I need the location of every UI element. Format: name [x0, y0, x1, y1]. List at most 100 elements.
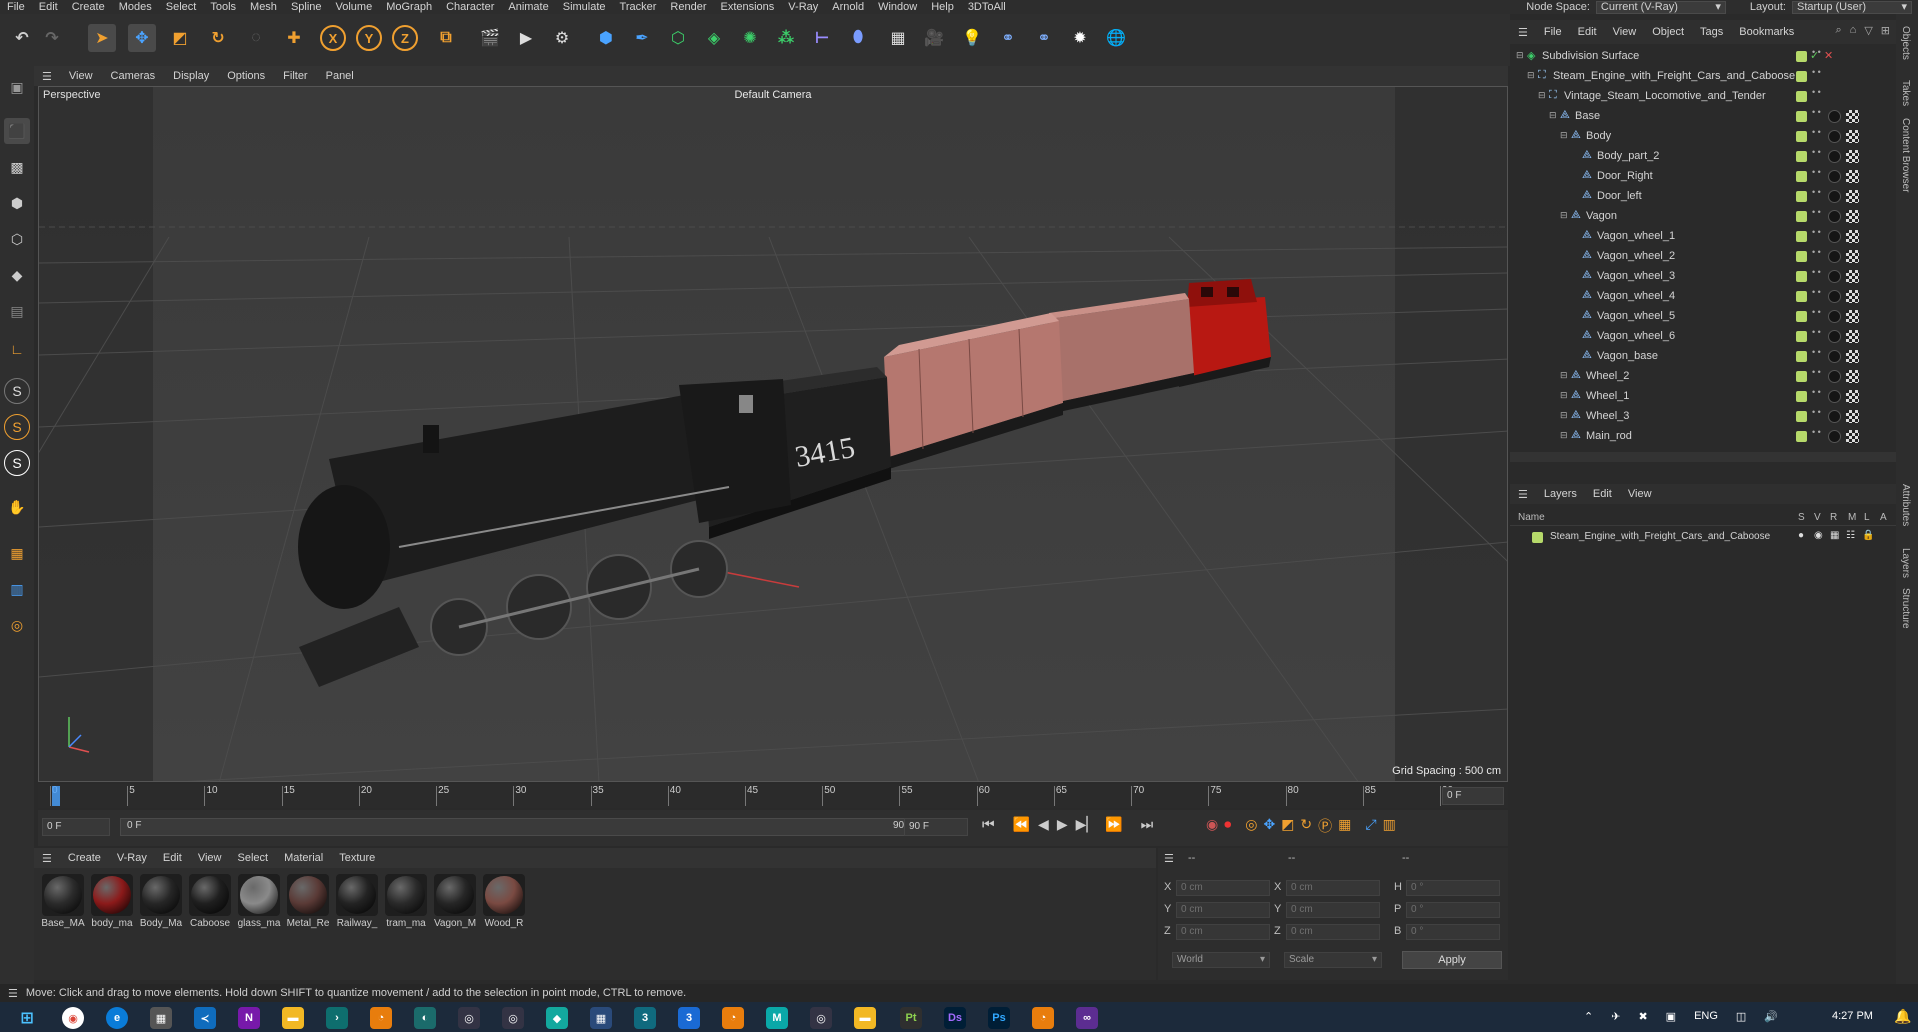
expand-toggle-icon[interactable]: ⊟: [1560, 430, 1568, 441]
object-tree-row[interactable]: ⊟ ⟁ Body • •: [1510, 126, 1896, 146]
layer-color-swatch[interactable]: [1796, 131, 1807, 142]
keyframe-selection-icon[interactable]: ◎: [1245, 816, 1257, 836]
material-menu-view[interactable]: View: [190, 852, 230, 864]
close-icon[interactable]: ✕: [1824, 49, 1833, 62]
timeline-ruler[interactable]: 051015202530354045505560657075808590 0 F: [38, 784, 1508, 808]
layer-color-swatch[interactable]: [1796, 111, 1807, 122]
menu-icon[interactable]: ☰: [1510, 26, 1536, 39]
enable-check-icon[interactable]: ✓: [1810, 49, 1819, 62]
menu-volume[interactable]: Volume: [329, 0, 380, 14]
play-icon[interactable]: ▶: [1057, 816, 1068, 833]
visible-icon[interactable]: ◉: [1814, 530, 1823, 541]
material-tag-icon[interactable]: [1828, 130, 1841, 143]
material-tag-icon[interactable]: [1828, 370, 1841, 383]
current-frame-field[interactable]: 0 F: [1442, 787, 1504, 805]
menu-file[interactable]: File: [0, 0, 32, 14]
layer-color-swatch[interactable]: [1796, 331, 1807, 342]
field-icon[interactable]: ⬮: [844, 24, 872, 52]
file-explorer-icon[interactable]: ▬: [282, 1007, 304, 1029]
layer-color-swatch[interactable]: [1796, 191, 1807, 202]
workplane-lock-icon[interactable]: ▥: [4, 576, 30, 602]
object-tree-row[interactable]: ⟁ Vagon_wheel_1 • •: [1510, 226, 1896, 246]
menu-icon[interactable]: ☰: [1164, 852, 1174, 865]
menu-create[interactable]: Create: [65, 0, 112, 14]
layer-menu-view[interactable]: View: [1620, 488, 1660, 500]
side-tab-structure[interactable]: Structure: [1900, 588, 1911, 629]
app-icon-3[interactable]: ▦: [590, 1007, 612, 1029]
material-swatch[interactable]: Base_MA: [40, 874, 86, 936]
workplane-icon[interactable]: ▦: [4, 540, 30, 566]
solo-icon[interactable]: ●: [1798, 530, 1804, 541]
visibility-dots-icon[interactable]: • •: [1812, 348, 1821, 357]
texture-tag-icon[interactable]: [1846, 430, 1859, 443]
calculator-icon[interactable]: ▦: [150, 1007, 172, 1029]
3dsmax-icon-2[interactable]: 3: [678, 1007, 700, 1029]
texture-tag-icon[interactable]: [1846, 110, 1859, 123]
object-tree-row[interactable]: ⊟ ◈ Subdivision Surface • • ✓ ✕: [1510, 46, 1896, 66]
clock[interactable]: 4:27 PM: [1832, 1010, 1873, 1022]
uv-mode-icon[interactable]: ▤: [4, 298, 30, 324]
object-tree-row[interactable]: ⟁ Vagon_wheel_6 • •: [1510, 326, 1896, 346]
app-icon-2[interactable]: ◆: [546, 1007, 568, 1029]
texture-tag-icon[interactable]: [1846, 170, 1859, 183]
create-tool-icon[interactable]: ✚: [280, 24, 308, 52]
material-swatch[interactable]: Caboose: [187, 874, 233, 936]
home-icon[interactable]: ⌂: [1850, 24, 1857, 37]
object-tree-row[interactable]: ⊟ ⟁ Base • •: [1510, 106, 1896, 126]
material-menu-edit[interactable]: Edit: [155, 852, 190, 864]
viewport-menu-panel[interactable]: Panel: [317, 70, 363, 82]
material-tag-icon[interactable]: [1828, 150, 1841, 163]
layer-row[interactable]: Steam_Engine_with_Freight_Cars_and_Caboo…: [1510, 528, 1896, 546]
coord-field[interactable]: 0 °: [1406, 880, 1500, 896]
material-swatch[interactable]: Wood_R: [481, 874, 527, 936]
object-tree-row[interactable]: ⟁ Vagon_wheel_4 • •: [1510, 286, 1896, 306]
expand-toggle-icon[interactable]: ⊟: [1549, 110, 1557, 121]
next-key-icon[interactable]: ⏩: [1105, 816, 1122, 833]
windows-start-icon[interactable]: ⊞: [16, 1007, 38, 1029]
notification-icon[interactable]: 🔔: [1894, 1008, 1911, 1025]
expand-toggle-icon[interactable]: ⊟: [1538, 90, 1546, 101]
terminal-icon[interactable]: ›: [326, 1007, 348, 1029]
object-menu-object[interactable]: Object: [1644, 26, 1692, 38]
object-tree-row[interactable]: ⊟ ⟁ Main_rod • •: [1510, 426, 1896, 446]
layer-color-swatch[interactable]: [1796, 251, 1807, 262]
texture-mode-icon[interactable]: ▩: [4, 154, 30, 180]
menu-modes[interactable]: Modes: [112, 0, 159, 14]
texture-tag-icon[interactable]: [1846, 370, 1859, 383]
material-menu-material[interactable]: Material: [276, 852, 331, 864]
app-icon-1[interactable]: ◐: [414, 1007, 436, 1029]
visibility-dots-icon[interactable]: • •: [1812, 388, 1821, 397]
material-tag-icon[interactable]: [1828, 310, 1841, 323]
tweak-icon[interactable]: ✋: [4, 494, 30, 520]
object-tree-row[interactable]: ⊟ ⛶ Steam_Engine_with_Freight_Cars_and_Cab…: [1510, 66, 1896, 86]
cinema4d-icon-2[interactable]: ◎: [502, 1007, 524, 1029]
texture-tag-icon[interactable]: [1846, 190, 1859, 203]
material-tag-icon[interactable]: [1828, 410, 1841, 423]
material-swatch[interactable]: Body_Ma: [138, 874, 184, 936]
menu-tracker[interactable]: Tracker: [613, 0, 664, 14]
texture-tag-icon[interactable]: [1846, 250, 1859, 263]
object-tree-row[interactable]: ⊟ ⟁ Wheel_1 • •: [1510, 386, 1896, 406]
viewport-camera-label[interactable]: Default Camera: [39, 89, 1507, 101]
timeline-window-icon[interactable]: ▥: [1383, 816, 1396, 836]
material-tag-icon[interactable]: [1828, 290, 1841, 303]
cinema4d-icon[interactable]: ◎: [458, 1007, 480, 1029]
visibility-dots-icon[interactable]: • •: [1812, 288, 1821, 297]
layer-color-swatch[interactable]: [1796, 91, 1807, 102]
key-rotation-icon[interactable]: ↻: [1300, 816, 1312, 836]
texture-tag-icon[interactable]: [1846, 410, 1859, 423]
model-mode-icon[interactable]: ⬛: [4, 118, 30, 144]
visibility-dots-icon[interactable]: • •: [1812, 208, 1821, 217]
expand-toggle-icon[interactable]: ⊟: [1516, 50, 1524, 61]
layout-dropdown[interactable]: Startup (User) ▾: [1792, 0, 1912, 14]
menu-spline[interactable]: Spline: [284, 0, 329, 14]
side-tab-objects[interactable]: Objects: [1900, 26, 1911, 60]
blender-icon[interactable]: ◔: [370, 1007, 392, 1029]
texture-tag-icon[interactable]: [1846, 150, 1859, 163]
python-icon[interactable]: ⚭: [994, 24, 1022, 52]
key-param-icon[interactable]: Ⓟ: [1318, 816, 1332, 836]
motion-system-icon[interactable]: ⤢: [1365, 816, 1376, 836]
side-tab-content-browser[interactable]: Content Browser: [1900, 118, 1911, 192]
volume-icon[interactable]: 🔊: [1764, 1010, 1778, 1023]
material-swatch[interactable]: glass_ma: [236, 874, 282, 936]
